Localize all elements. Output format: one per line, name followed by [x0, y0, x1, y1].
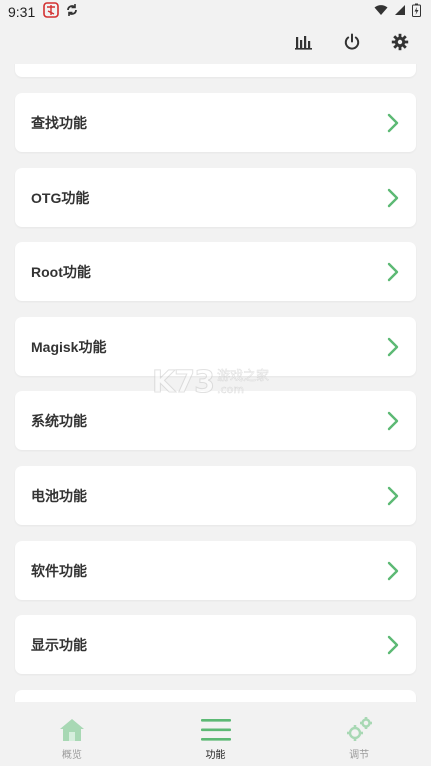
- bottom-navigation: 概览 功能 调节: [0, 702, 431, 766]
- chevron-right-icon: [386, 634, 400, 656]
- chevron-right-icon: [386, 336, 400, 358]
- power-button[interactable]: [339, 31, 365, 57]
- nav-label: 功能: [205, 750, 226, 761]
- chevron-right-icon: [386, 187, 400, 209]
- menu-icon: [200, 716, 231, 744]
- feature-card-magisk[interactable]: Magisk功能: [15, 317, 416, 376]
- feature-card-software[interactable]: 软件功能: [15, 541, 416, 600]
- chevron-right-icon: [386, 112, 400, 134]
- feature-label: 查找功能: [31, 114, 87, 131]
- battery-icon: [412, 3, 421, 21]
- feature-label: 显示功能: [31, 636, 87, 653]
- feature-label: 系统功能: [31, 412, 87, 429]
- feature-card-root[interactable]: Root功能: [15, 242, 416, 301]
- gear-icon: [391, 33, 409, 55]
- feature-card-partial-bottom[interactable]: [15, 690, 416, 702]
- chevron-right-icon: [386, 261, 400, 283]
- feature-card-display[interactable]: 显示功能: [15, 615, 416, 674]
- sync-icon: [65, 3, 79, 21]
- feature-label: Magisk功能: [31, 338, 107, 355]
- feature-label: OTG功能: [31, 189, 90, 206]
- nav-label: 调节: [349, 750, 370, 761]
- feature-card-system[interactable]: 系统功能: [15, 391, 416, 450]
- feature-card-partial-top[interactable]: [15, 64, 416, 77]
- status-bar: 9:31: [0, 0, 431, 24]
- feature-label: Root功能: [31, 263, 91, 280]
- chevron-right-icon: [386, 560, 400, 582]
- chevron-right-icon: [386, 410, 400, 432]
- nav-features[interactable]: 功能: [144, 702, 288, 766]
- settings-button[interactable]: [387, 31, 413, 57]
- toolbar: [0, 24, 431, 64]
- feature-card-search[interactable]: 查找功能: [15, 93, 416, 152]
- power-icon: [343, 33, 361, 55]
- nav-overview[interactable]: 概览: [0, 702, 144, 766]
- feature-card-battery[interactable]: 电池功能: [15, 466, 416, 525]
- nav-label: 概览: [61, 750, 82, 761]
- app-notification-icon: [43, 2, 60, 22]
- feature-label: 软件功能: [31, 562, 87, 579]
- notification-icons: [43, 2, 79, 22]
- feature-card-otg[interactable]: OTG功能: [15, 168, 416, 227]
- gears-icon: [344, 716, 374, 744]
- wifi-icon: [374, 4, 388, 20]
- chevron-right-icon: [386, 485, 400, 507]
- bar-chart-icon: [295, 34, 313, 54]
- signal-icon: [394, 4, 406, 20]
- status-time: 9:31: [8, 4, 36, 20]
- stats-button[interactable]: [291, 31, 317, 57]
- system-icons: [374, 3, 421, 21]
- nav-adjust[interactable]: 调节: [287, 702, 431, 766]
- home-icon: [57, 716, 87, 744]
- feature-list[interactable]: 查找功能 OTG功能 Root功能 Magisk功能 系统功能 电池功能 软件功…: [0, 64, 431, 702]
- feature-label: 电池功能: [31, 487, 87, 504]
